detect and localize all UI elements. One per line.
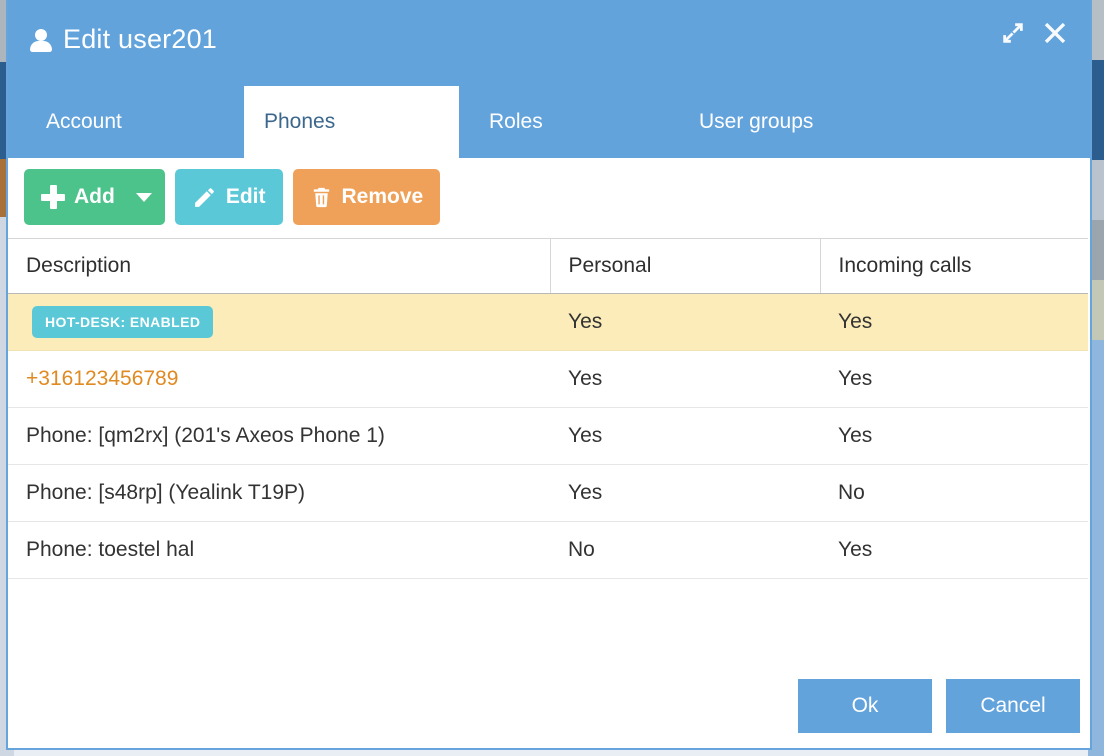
cell-personal: Yes [550, 464, 820, 522]
modal-title: Edit user201 [63, 23, 217, 54]
edit-button-label: Edit [225, 185, 266, 208]
table-header-row: Description Personal Incoming calls [8, 238, 1088, 294]
cancel-button[interactable]: Cancel [946, 679, 1080, 733]
modal-footer: Ok Cancel [8, 672, 1090, 748]
table-header: Description Personal Incoming calls [8, 238, 1088, 294]
tab-phones[interactable]: Phones [244, 86, 459, 158]
modal-titlebar: Edit user201 [8, 0, 1090, 78]
table-empty-area [8, 579, 1090, 672]
titlebar-actions [1000, 20, 1068, 46]
status-badge: HOT-DESK: ENABLED [32, 306, 214, 338]
close-icon[interactable] [1042, 20, 1068, 46]
cell-incoming: No [820, 464, 1088, 522]
edit-user-modal: Edit user201 Account Phones Roles User g… [6, 0, 1092, 750]
cell-description[interactable]: +316123456789 [8, 350, 550, 408]
cell-personal: Yes [550, 293, 820, 351]
tab-label: Account [46, 110, 122, 133]
column-header-description[interactable]: Description [8, 238, 551, 294]
cell-personal: Yes [550, 350, 820, 408]
cell-incoming: Yes [820, 350, 1088, 408]
phones-table-container: Description Personal Incoming calls HOT-… [8, 238, 1090, 672]
add-button[interactable]: Add [24, 169, 165, 225]
table-toolbar: Add Edit Remove [8, 158, 1090, 238]
column-header-incoming-calls[interactable]: Incoming calls [820, 238, 1088, 294]
tab-account[interactable]: Account [8, 86, 244, 158]
tab-roles[interactable]: Roles [459, 86, 699, 158]
plus-icon [41, 185, 65, 209]
cell-personal: No [550, 521, 820, 579]
cell-incoming: Yes [820, 407, 1088, 465]
edit-button[interactable]: Edit [174, 169, 283, 225]
table-row[interactable]: Phone: toestel hal No Yes [8, 521, 1088, 579]
ok-button[interactable]: Ok [798, 679, 932, 733]
tab-label: Phones [264, 110, 336, 133]
chevron-down-icon[interactable] [135, 192, 152, 202]
cell-description: Phone: toestel hal [8, 521, 550, 579]
pencil-icon [194, 187, 214, 207]
table-row[interactable]: Phone: [s48rp] (Yealink T19P) Yes No [8, 464, 1088, 522]
trash-icon [313, 187, 329, 207]
phones-table: Description Personal Incoming calls HOT-… [8, 238, 1088, 579]
expand-arrows-icon[interactable] [1000, 20, 1026, 46]
table-body: HOT-DESK: ENABLED Yes Yes +316123456789 … [8, 293, 1088, 579]
column-header-personal[interactable]: Personal [550, 238, 821, 294]
remove-button-label: Remove [341, 185, 424, 208]
cell-incoming: Yes [820, 521, 1088, 579]
tab-label: User groups [699, 110, 814, 133]
add-button-label: Add [74, 185, 115, 208]
cell-description: Phone: [s48rp] (Yealink T19P) [8, 464, 550, 522]
table-row[interactable]: +316123456789 Yes Yes [8, 350, 1088, 408]
tab-label: Roles [489, 110, 543, 133]
modal-title-group: Edit user201 [30, 24, 217, 55]
remove-button[interactable]: Remove [292, 169, 441, 225]
tab-user-groups[interactable]: User groups [699, 86, 813, 158]
table-row[interactable]: Phone: [qm2rx] (201's Axeos Phone 1) Yes… [8, 407, 1088, 465]
cell-description: Phone: [qm2rx] (201's Axeos Phone 1) [8, 407, 550, 465]
cell-description: HOT-DESK: ENABLED [8, 293, 550, 351]
cell-incoming: Yes [820, 293, 1088, 351]
cell-personal: Yes [550, 407, 820, 465]
table-row[interactable]: HOT-DESK: ENABLED Yes Yes [8, 293, 1088, 351]
user-icon [30, 27, 52, 52]
tab-strip: Account Phones Roles User groups [8, 78, 1090, 158]
